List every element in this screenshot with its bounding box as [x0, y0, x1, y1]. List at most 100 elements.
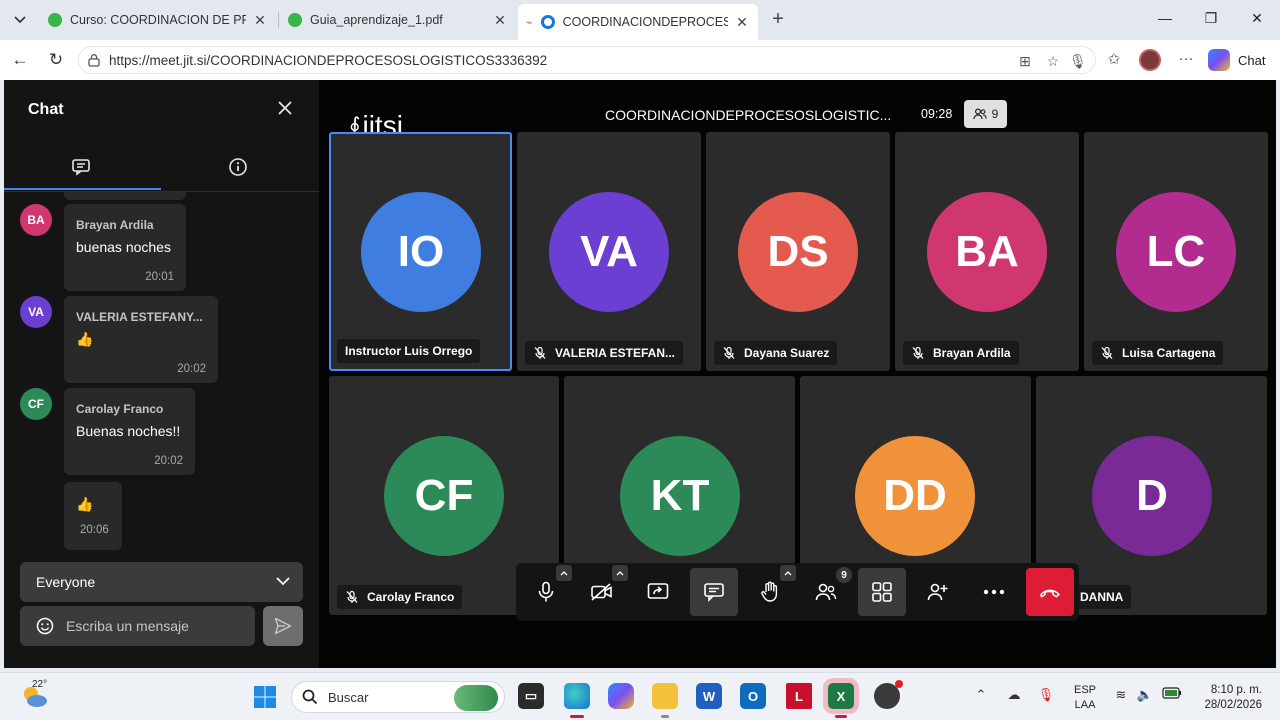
copilot-chat-label: Chat [1238, 52, 1266, 68]
tab-info[interactable] [227, 157, 249, 179]
chat-tabs [4, 148, 319, 192]
send-icon [274, 617, 292, 635]
outlook-app-icon[interactable]: O [740, 683, 766, 709]
chat-bubble-icon [704, 583, 724, 602]
participant-tile[interactable]: IO Instructor Luis Orrego [329, 132, 512, 371]
microphone-in-use-icon[interactable]: 🎙 [1069, 53, 1087, 69]
invite-button[interactable] [914, 568, 962, 616]
avatar: BA [20, 204, 52, 236]
microphone-icon [538, 581, 554, 602]
participant-name: Carolay Franco [337, 585, 463, 609]
message-text: buenas noches [76, 239, 171, 255]
share-screen-button[interactable] [634, 568, 682, 616]
favorite-star-icon[interactable]: ☆ [1045, 53, 1061, 69]
hangup-button[interactable] [1026, 568, 1074, 616]
system-clock[interactable]: 8:10 p. m. 28/02/2026 [1196, 683, 1262, 713]
tab-messages[interactable] [70, 157, 92, 179]
browser-tab-strip: Curso: COORDINACION DE PROCE ✕ Guia_apre… [0, 0, 1280, 40]
mic-muted-icon [1101, 346, 1113, 359]
course-favicon-icon [48, 13, 62, 27]
close-icon [278, 101, 292, 115]
close-tab-icon[interactable]: ✕ [492, 12, 508, 29]
active-app-indicator [835, 715, 847, 718]
profile-avatar[interactable] [1139, 49, 1161, 71]
message-bubble: Carolay Franco Buenas noches!! 20:02 [64, 388, 195, 475]
close-window-button[interactable]: ✕ [1247, 10, 1267, 27]
clock-time: 8:10 p. m. [1210, 684, 1262, 696]
settings-more-icon[interactable]: ··· [1176, 50, 1196, 70]
reactions-menu-button[interactable] [780, 565, 796, 581]
recording-app-icon[interactable] [874, 680, 903, 709]
app-available-icon[interactable]: ⊞ [1017, 53, 1033, 69]
browser-tab-course[interactable]: Curso: COORDINACION DE PROCE ✕ [40, 6, 276, 34]
windows-taskbar: 22° Buscar ▭ W O L X ⌃ ☁ 🎙 ESP LAA ≋ 🔈 8… [0, 672, 1280, 720]
participant-tile[interactable]: VA VALERIA ESTEFAN... [517, 132, 701, 371]
tab-actions-menu[interactable] [8, 8, 32, 32]
excel-app-icon[interactable]: X [828, 683, 854, 709]
edge-browser-icon[interactable] [564, 683, 590, 709]
participant-tile[interactable]: BA Brayan Ardila [895, 132, 1079, 371]
video-stage: ∮ jitsi COORDINACIONDEPROCESOSLOGISTIC..… [319, 80, 1276, 668]
wifi-icon[interactable]: ≋ [1112, 687, 1130, 705]
back-button[interactable]: ← [10, 50, 30, 70]
message-sender: Brayan Ardila [76, 218, 154, 232]
message-time: 20:02 [154, 455, 183, 467]
video-settings-button[interactable] [612, 565, 628, 581]
send-message-button[interactable] [263, 606, 303, 646]
start-button[interactable] [253, 685, 277, 709]
battery-icon[interactable] [1162, 687, 1181, 705]
minimize-window-button[interactable]: — [1155, 10, 1175, 26]
close-chat-button[interactable] [274, 98, 296, 120]
word-app-icon[interactable]: W [696, 683, 722, 709]
raise-hand-icon [761, 581, 778, 602]
chat-toggle-button[interactable] [690, 568, 738, 616]
record-dot-icon [895, 680, 903, 688]
emoji-icon[interactable] [36, 617, 54, 635]
participant-count-badge[interactable]: 9 [964, 100, 1007, 128]
temperature: 22° [32, 679, 48, 690]
participant-tile[interactable]: DS Dayana Suarez [706, 132, 890, 371]
url-field[interactable]: https://meet.jit.si/COORDINACIONDEPROCES… [78, 46, 1096, 74]
active-tab-indicator [4, 188, 161, 190]
participant-tile[interactable]: LC Luisa Cartagena [1084, 132, 1268, 371]
show-hidden-icons-icon[interactable]: ⌃ [972, 687, 990, 705]
reload-button[interactable]: ↻ [46, 50, 66, 70]
close-tab-icon[interactable]: ✕ [252, 12, 268, 29]
browser-tab-meeting[interactable]: ⌁ COORDINACIONDEPROCESOS ✕ [518, 4, 758, 40]
more-dots-icon [983, 589, 1005, 595]
input-language[interactable]: ESP LAA [1074, 683, 1096, 713]
weather-widget[interactable]: 22° [20, 679, 50, 711]
avatar: DS [738, 192, 858, 312]
chat-panel-title: Chat [28, 101, 64, 118]
favorites-icon[interactable]: ✩ [1104, 50, 1124, 70]
search-highlight-icon [454, 685, 498, 711]
chat-message-list[interactable]: BA Brayan Ardila buenas noches 20:01 VA … [4, 192, 319, 554]
new-tab-button[interactable]: + [768, 8, 788, 31]
chat-bubble-icon [72, 159, 90, 176]
meeting-toolbar: 9 [516, 563, 1079, 621]
recipient-select[interactable]: Everyone [20, 562, 303, 602]
volume-icon[interactable]: 🔈 [1136, 687, 1154, 705]
more-actions-button[interactable] [970, 568, 1018, 616]
avatar: KT [620, 436, 740, 556]
taskbar-search[interactable]: Buscar [291, 681, 505, 713]
message-input[interactable]: Escriba un mensaje [20, 606, 255, 646]
red-l-app-icon[interactable]: L [786, 683, 812, 709]
close-tab-icon[interactable]: ✕ [734, 14, 750, 31]
participant-name-text: Dayana Suarez [744, 346, 830, 360]
microphone-in-use-icon[interactable]: 🎙 [1037, 687, 1055, 705]
restore-window-button[interactable]: ❐ [1201, 10, 1221, 27]
site-info-icon[interactable] [87, 53, 101, 67]
copilot-app-icon[interactable] [608, 683, 634, 709]
audio-settings-button[interactable] [556, 565, 572, 581]
browser-tab-pdf[interactable]: Guia_aprendizaje_1.pdf ✕ [280, 6, 516, 34]
camera-off-icon [591, 583, 612, 601]
task-view-app-icon[interactable]: ▭ [518, 683, 544, 709]
copilot-icon [1208, 49, 1230, 71]
participants-count-badge: 9 [836, 567, 852, 583]
avatar: DD [855, 436, 975, 556]
file-explorer-icon[interactable] [652, 683, 678, 709]
onedrive-cloud-icon[interactable]: ☁ [1005, 687, 1023, 705]
copilot-chat-button[interactable]: Chat [1208, 48, 1265, 72]
tile-view-button[interactable] [858, 568, 906, 616]
